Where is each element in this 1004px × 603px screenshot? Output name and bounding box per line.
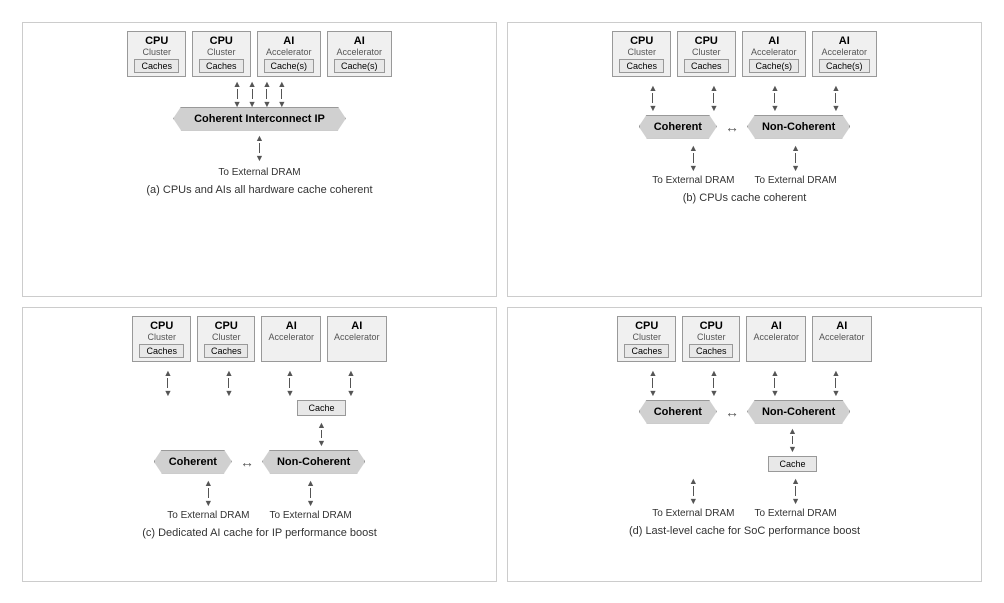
coherent-banner-d: Coherent — [639, 400, 717, 424]
non-coherent-banner-d: Non-Coherent — [747, 400, 850, 424]
cluster-row-a: CPU Cluster Caches CPU Cluster Caches AI… — [127, 31, 391, 77]
coherent-banner-b: Coherent — [639, 115, 717, 139]
ai-accel-1-b: AI Accelerator Cache(s) — [742, 31, 807, 77]
cluster-row-b: CPU Cluster Caches CPU Cluster Caches AI… — [612, 31, 876, 77]
diagram-a: CPU Cluster Caches CPU Cluster Caches AI… — [22, 22, 497, 297]
cpu-cluster-2-a: CPU Cluster Caches — [192, 31, 251, 77]
cpu-cluster-2-d: CPU Cluster Caches — [682, 316, 741, 362]
dram-row-d: ▲▼ To External DRAM ▲▼ To External DRAM — [652, 476, 837, 519]
ai-cache-c: Cache — [297, 400, 345, 416]
connector-c: ↔ — [240, 454, 254, 470]
ai-accel-1-a: AI Accelerator Cache(s) — [257, 31, 322, 77]
bottom-cache-d: Cache — [768, 456, 816, 472]
arrows-b: ▲▼ ▲▼ ▲▼ ▲▼ — [512, 83, 977, 113]
arrows-c-top: ▲▼ ▲▼ ▲▼ ▲▼ — [27, 368, 492, 398]
dram-label-a: To External DRAM — [218, 167, 300, 178]
banner-row-b: Coherent ↔ Non-Coherent — [639, 115, 851, 139]
diagram-c: CPU Cluster Caches CPU Cluster Caches AI… — [22, 307, 497, 582]
cpu-cluster-1-c: CPU Cluster Caches — [132, 316, 191, 362]
cpu-cluster-1-d: CPU Cluster Caches — [617, 316, 676, 362]
non-coherent-banner-c: Non-Coherent — [262, 450, 365, 474]
cpu-cluster-2-c: CPU Cluster Caches — [197, 316, 256, 362]
ai-accel-2-d: AI Accelerator — [812, 316, 872, 362]
cluster-row-c: CPU Cluster Caches CPU Cluster Caches AI… — [132, 316, 386, 362]
cpu-cluster-1-b: CPU Cluster Caches — [612, 31, 671, 77]
title-c: (c) Dedicated AI cache for IP performanc… — [142, 527, 377, 539]
banner-row-c: Coherent ↔ Non-Coherent — [154, 450, 366, 474]
cluster-row-d: CPU Cluster Caches CPU Cluster Caches AI… — [617, 316, 871, 362]
ai-accel-2-c: AI Accelerator — [327, 316, 387, 362]
coherent-banner-c: Coherent — [154, 450, 232, 474]
arrows-a: ▲▼ ▲▼ ▲▼ ▲▼ — [233, 83, 287, 105]
dram-arrow-a: ▲ ▼ — [255, 133, 264, 163]
dram-row-c: ▲▼ To External DRAM ▲▼ To External DRAM — [167, 478, 352, 521]
ai-cache-row-c: Cache — [27, 400, 492, 416]
ai-accel-2-b: AI Accelerator Cache(s) — [812, 31, 877, 77]
connector-b: ↔ — [725, 119, 739, 135]
dram-row-b: ▲▼ To External DRAM ▲▼ To External DRAM — [652, 143, 837, 186]
title-d: (d) Last-level cache for SoC performance… — [629, 525, 860, 537]
main-container: CPU Cluster Caches CPU Cluster Caches AI… — [12, 12, 992, 592]
ai-accel-2-a: AI Accelerator Cache(s) — [327, 31, 392, 77]
arrows-d-top: ▲▼ ▲▼ ▲▼ ▲▼ — [512, 368, 977, 398]
cpu-cluster-2-b: CPU Cluster Caches — [677, 31, 736, 77]
ai-accel-1-c: AI Accelerator — [261, 316, 321, 362]
title-b: (b) CPUs cache coherent — [683, 192, 807, 204]
title-a: (a) CPUs and AIs all hardware cache cohe… — [146, 184, 372, 196]
ai-accel-1-d: AI Accelerator — [746, 316, 806, 362]
arrows-c-mid: ▲▼ — [27, 420, 492, 448]
cache-below-row-d: ▲▼ Cache — [512, 424, 977, 472]
cpu-cluster-1-a: CPU Cluster Caches — [127, 31, 186, 77]
diagram-b: CPU Cluster Caches CPU Cluster Caches AI… — [507, 22, 982, 297]
banner-row-d: Coherent ↔ Non-Coherent — [639, 400, 851, 424]
diagram-d: CPU Cluster Caches CPU Cluster Caches AI… — [507, 307, 982, 582]
interconnect-a: Coherent Interconnect IP — [173, 107, 346, 131]
non-coherent-banner-b: Non-Coherent — [747, 115, 850, 139]
connector-d: ↔ — [725, 404, 739, 420]
